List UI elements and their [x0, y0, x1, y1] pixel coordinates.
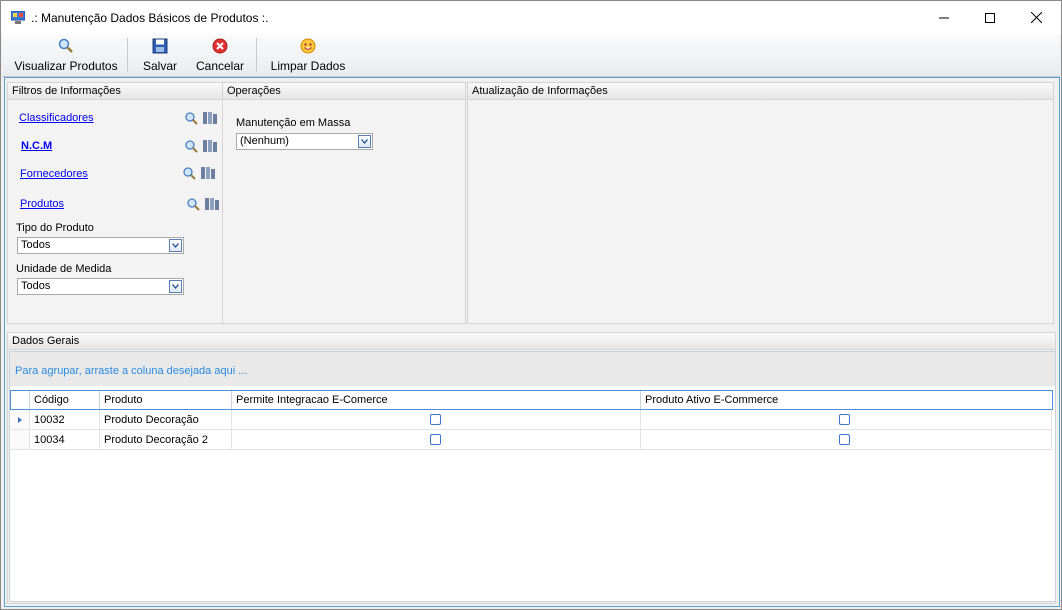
- cell-produto-ativo[interactable]: [641, 430, 1052, 450]
- cell-permite-integracao[interactable]: [232, 410, 641, 430]
- link-produtos[interactable]: Produtos: [20, 198, 64, 210]
- window-title: .: Manutenção Dados Básicos de Produtos …: [31, 11, 269, 25]
- dados-gerais-title: Dados Gerais: [8, 333, 1055, 350]
- operacoes-panel: Operações Manutenção em Massa (Nenhum): [222, 82, 466, 324]
- visualizar-label: Visualizar Produtos: [14, 59, 118, 73]
- cell-codigo[interactable]: 10032: [30, 410, 100, 430]
- cell-produto[interactable]: Produto Decoração 2: [100, 430, 232, 450]
- tipo-produto-select[interactable]: Todos: [17, 237, 184, 254]
- manutencao-massa-select[interactable]: (Nenhum): [236, 133, 373, 150]
- search-filter-icon[interactable]: [184, 139, 218, 153]
- cancel-button[interactable]: Cancelar: [194, 34, 246, 76]
- cell-permite-integracao[interactable]: [232, 430, 641, 450]
- search-icon: [58, 38, 73, 53]
- produto-ativo-checkbox[interactable]: [839, 414, 850, 425]
- limpar-label: Limpar Dados: [270, 59, 346, 73]
- produto-ativo-checkbox[interactable]: [839, 434, 850, 445]
- ncm-actions: [184, 139, 218, 153]
- table-row[interactable]: 10034 Produto Decoração 2: [11, 430, 1052, 450]
- tipo-produto-label: Tipo do Produto: [16, 222, 94, 234]
- operacoes-title: Operações: [223, 83, 465, 100]
- smiley-icon: [300, 38, 316, 54]
- search-filter-icon[interactable]: [184, 111, 218, 125]
- save-label: Salvar: [142, 59, 177, 73]
- atualizacao-title: Atualização de Informações: [468, 83, 1053, 100]
- save-icon: [152, 38, 168, 54]
- col-permite-integracao[interactable]: Permite Integracao E-Comerce: [232, 391, 641, 409]
- chevron-down-icon[interactable]: [169, 280, 182, 293]
- toolbar-separator: [127, 38, 128, 72]
- produtos-actions: [186, 197, 220, 211]
- cell-produto[interactable]: Produto Decoração: [100, 410, 232, 430]
- save-button[interactable]: Salvar: [140, 34, 180, 76]
- group-by-area[interactable]: Para agrupar, arraste a coluna desejada …: [10, 352, 1055, 386]
- close-icon: [1030, 12, 1042, 23]
- chevron-down-icon[interactable]: [169, 239, 182, 252]
- unidade-medida-label: Unidade de Medida: [16, 263, 112, 275]
- chevron-down-icon[interactable]: [358, 135, 371, 148]
- minimize-icon: [939, 17, 949, 18]
- maximize-button[interactable]: [967, 1, 1013, 34]
- manutencao-massa-value: (Nenhum): [240, 135, 289, 147]
- close-button[interactable]: [1013, 1, 1059, 34]
- maximize-icon: [985, 12, 995, 23]
- col-produto-ativo[interactable]: Produto Ativo E-Commerce: [641, 391, 1052, 409]
- link-fornecedores[interactable]: Fornecedores: [20, 168, 88, 180]
- unidade-medida-value: Todos: [21, 280, 51, 292]
- col-codigo[interactable]: Código: [30, 391, 100, 409]
- atualizacao-panel: Atualização de Informações: [467, 82, 1054, 324]
- row-selector-header: [11, 391, 30, 409]
- app-window: .: Manutenção Dados Básicos de Produtos …: [0, 0, 1062, 610]
- toolbar-separator: [256, 38, 257, 72]
- visualizar-produtos-button[interactable]: Visualizar Produtos: [14, 34, 118, 76]
- fornecedores-actions: [182, 166, 216, 180]
- current-row-icon: [18, 417, 22, 423]
- link-classificadores[interactable]: Classificadores: [19, 112, 94, 124]
- col-produto[interactable]: Produto: [100, 391, 232, 409]
- grid-header: Código Produto Permite Integracao E-Come…: [10, 390, 1053, 410]
- search-filter-icon[interactable]: [182, 166, 216, 180]
- search-filter-icon[interactable]: [186, 197, 220, 211]
- link-ncm[interactable]: N.C.M: [21, 140, 52, 152]
- cancel-label: Cancelar: [195, 59, 245, 73]
- filtros-panel: Filtros de Informações Classificadores N…: [7, 82, 223, 324]
- toolbar: Visualizar Produtos Salvar Cancelar Limp…: [2, 34, 1060, 77]
- minimize-button[interactable]: [921, 1, 967, 34]
- main-content: Filtros de Informações Classificadores N…: [4, 77, 1060, 607]
- permite-integracao-checkbox[interactable]: [430, 414, 441, 425]
- app-icon: [11, 11, 25, 24]
- title-bar: .: Manutenção Dados Básicos de Produtos …: [1, 1, 1061, 34]
- data-grid: Para agrupar, arraste a coluna desejada …: [9, 351, 1056, 602]
- tipo-produto-value: Todos: [21, 239, 51, 251]
- row-selector[interactable]: [11, 430, 30, 450]
- unidade-medida-select[interactable]: Todos: [17, 278, 184, 295]
- table-row[interactable]: 10032 Produto Decoração: [11, 410, 1052, 430]
- cell-codigo[interactable]: 10034: [30, 430, 100, 450]
- limpar-dados-button[interactable]: Limpar Dados: [268, 34, 348, 76]
- group-hint: Para agrupar, arraste a coluna desejada …: [15, 365, 248, 377]
- cancel-icon: [212, 38, 228, 54]
- classificadores-actions: [184, 111, 218, 125]
- cell-produto-ativo[interactable]: [641, 410, 1052, 430]
- manutencao-massa-label: Manutenção em Massa: [236, 117, 351, 129]
- permite-integracao-checkbox[interactable]: [430, 434, 441, 445]
- row-selector[interactable]: [11, 410, 30, 430]
- filtros-title: Filtros de Informações: [8, 83, 222, 100]
